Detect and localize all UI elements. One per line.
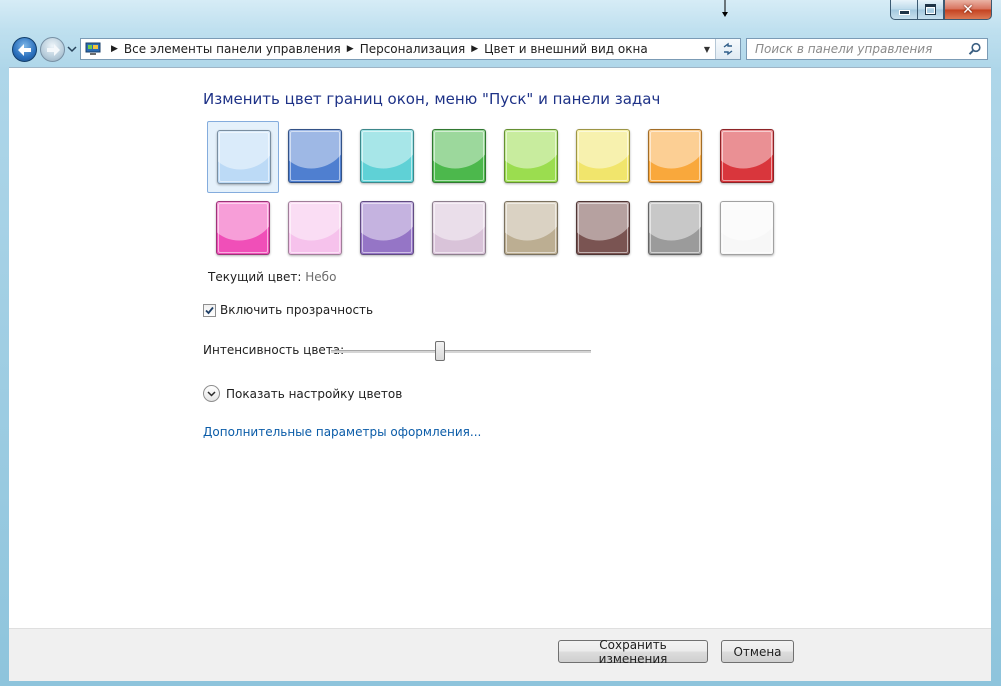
minimize-icon [899, 11, 909, 14]
caption-buttons: ✕ [890, 0, 992, 21]
expand-chevron-icon [203, 385, 220, 402]
color-swatch-tile [576, 201, 630, 255]
control-panel-icon [85, 42, 101, 55]
cancel-button[interactable]: Отмена [721, 640, 794, 663]
search-input[interactable] [747, 39, 970, 59]
color-swatch-14[interactable] [567, 193, 639, 265]
chevron-down-icon: ▼ [703, 44, 711, 54]
advanced-appearance-link[interactable]: Дополнительные параметры оформления... [203, 425, 481, 439]
search-box [746, 38, 988, 60]
breadcrumb-separator-icon[interactable]: ▶ [347, 44, 354, 54]
content-area: Изменить цвет границ окон, меню "Пуск" и… [9, 67, 991, 629]
arrow-right-icon [46, 43, 60, 56]
color-swatch-4[interactable] [423, 121, 495, 193]
window: ✕ ▶ Все элементы панели управления ▶ Пер… [0, 0, 1001, 686]
address-dropdown-button[interactable]: ▼ [698, 39, 716, 59]
color-swatch-5[interactable] [495, 121, 567, 193]
arrow-left-icon [17, 43, 31, 56]
maximize-icon [925, 4, 936, 15]
color-swatch-tile [288, 129, 342, 183]
footer-bar: Сохранить изменения Отмена [9, 628, 991, 681]
color-swatch-12[interactable] [423, 193, 495, 265]
color-swatch-tile [720, 201, 774, 255]
color-swatch-16[interactable] [711, 193, 783, 265]
forward-button[interactable] [40, 37, 65, 62]
transparency-label: Включить прозрачность [220, 303, 374, 317]
color-swatch-2[interactable] [279, 121, 351, 193]
current-color-value: Небо [305, 270, 337, 284]
transparency-option[interactable]: Включить прозрачность [203, 303, 373, 317]
color-swatch-grid [207, 121, 787, 265]
color-swatch-11[interactable] [351, 193, 423, 265]
color-swatch-1[interactable] [207, 121, 279, 193]
checkmark-icon [205, 306, 214, 314]
color-swatch-tile [504, 201, 558, 255]
color-swatch-tile [360, 201, 414, 255]
back-button[interactable] [12, 37, 37, 62]
minimize-button[interactable] [890, 0, 917, 20]
breadcrumb-separator-icon[interactable]: ▶ [471, 44, 478, 54]
intensity-label: Интенсивность цвета: [203, 343, 345, 357]
color-swatch-tile [360, 129, 414, 183]
breadcrumb-window-color[interactable]: Цвет и внешний вид окна [484, 42, 648, 56]
intensity-slider-thumb[interactable] [435, 341, 446, 361]
resize-cursor-icon [722, 0, 728, 17]
recent-pages-chevron-icon[interactable] [67, 44, 77, 54]
breadcrumb-personalization[interactable]: Персонализация [360, 42, 466, 56]
color-swatch-tile [288, 201, 342, 255]
color-swatch-9[interactable] [207, 193, 279, 265]
current-color-label: Текущий цвет: [208, 270, 302, 284]
transparency-checkbox[interactable] [203, 303, 216, 317]
color-swatch-13[interactable] [495, 193, 567, 265]
color-swatch-tile [504, 129, 558, 183]
save-changes-button[interactable]: Сохранить изменения [558, 638, 708, 666]
color-swatch-10[interactable] [279, 193, 351, 265]
refresh-icon [723, 42, 733, 56]
breadcrumb-all-items[interactable]: Все элементы панели управления [124, 42, 341, 56]
page-title: Изменить цвет границ окон, меню "Пуск" и… [203, 90, 661, 108]
color-swatch-6[interactable] [567, 121, 639, 193]
intensity-slider-track[interactable] [331, 350, 591, 353]
close-icon: ✕ [962, 1, 974, 18]
color-swatch-tile [720, 129, 774, 183]
color-swatch-3[interactable] [351, 121, 423, 193]
show-color-mixer-label: Показать настройку цветов [226, 386, 403, 401]
color-swatch-tile [648, 201, 702, 255]
color-swatch-tile [432, 201, 486, 255]
close-button[interactable]: ✕ [944, 0, 992, 20]
address-bar[interactable]: ▶ Все элементы панели управления ▶ Персо… [80, 38, 741, 60]
color-swatch-8[interactable] [711, 121, 783, 193]
maximize-button[interactable] [917, 0, 944, 20]
current-color-text: Текущий цвет: Небо [208, 270, 336, 284]
breadcrumb-separator-icon[interactable]: ▶ [111, 44, 118, 54]
color-swatch-7[interactable] [639, 121, 711, 193]
color-swatch-tile [217, 130, 271, 184]
search-icon[interactable] [968, 42, 982, 56]
refresh-button[interactable] [715, 39, 740, 59]
show-color-mixer-toggle[interactable]: Показать настройку цветов [203, 385, 402, 402]
color-swatch-15[interactable] [639, 193, 711, 265]
color-swatch-tile [216, 201, 270, 255]
color-swatch-tile [432, 129, 486, 183]
color-swatch-tile [576, 129, 630, 183]
color-swatch-tile [648, 129, 702, 183]
